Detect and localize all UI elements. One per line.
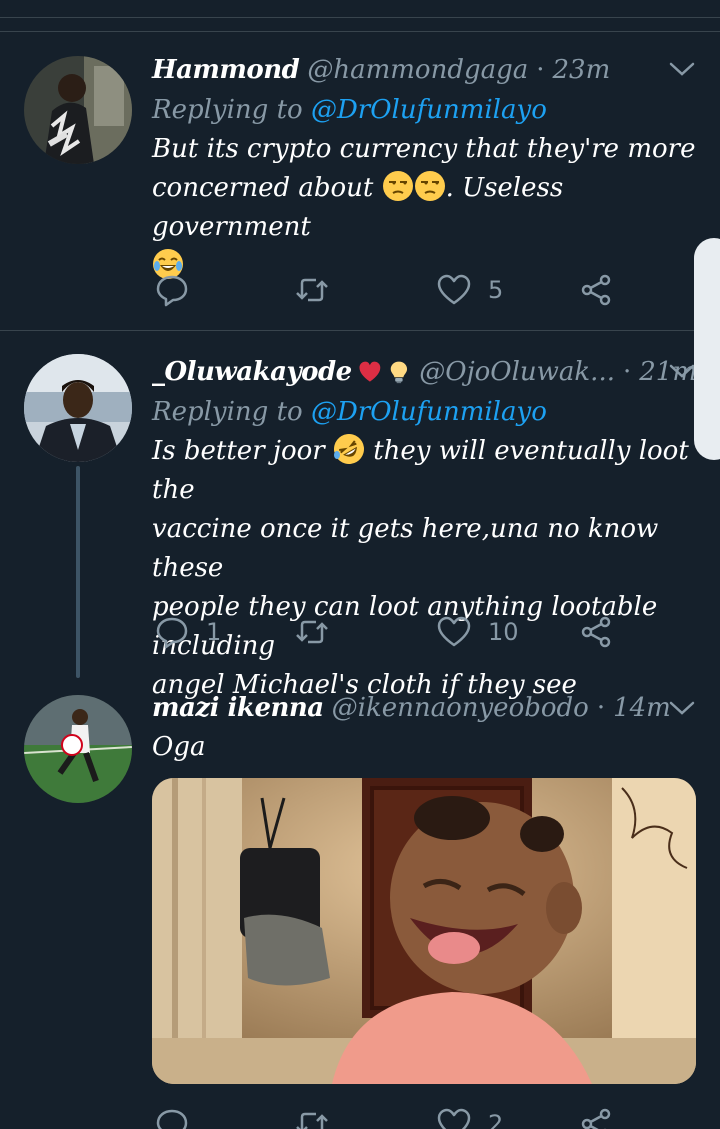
top-strip: [0, 0, 720, 32]
author-handle[interactable]: @ikennaonyeobodo: [332, 693, 589, 723]
retweet-button[interactable]: [294, 268, 346, 312]
tweet-header: mazi ikenna @ikennaonyeobodo · 14m: [152, 688, 697, 728]
avatar[interactable]: [24, 354, 132, 462]
heart-icon: [437, 616, 471, 647]
replying-prefix: Replying to: [152, 397, 303, 427]
share-button[interactable]: [578, 268, 614, 312]
laughing-baby-photo: [152, 778, 696, 1084]
share-button[interactable]: [578, 610, 614, 654]
separator: ·: [536, 55, 545, 85]
tweet-text-line: Is better joor: [152, 436, 325, 466]
red-heart-icon: [359, 361, 380, 382]
share-button[interactable]: [578, 1102, 614, 1129]
light-bulb-icon: [391, 361, 408, 384]
tweet-text: Oga: [152, 732, 206, 762]
chevron-down-icon[interactable]: [668, 699, 696, 717]
tweet-content: Hammond @hammondgaga · 23m Replying to @…: [152, 50, 697, 286]
reply-icon: [156, 617, 188, 649]
rolling-on-floor-laughing-icon: [333, 434, 364, 464]
chevron-down-icon[interactable]: [668, 60, 696, 78]
share-icon: [581, 616, 611, 648]
tweet-text-line: But its crypto currency that they're mor…: [152, 134, 696, 164]
tweet-actions: 5: [152, 268, 632, 312]
tweet-actions: 2: [152, 1102, 632, 1129]
like-count: 5: [488, 276, 504, 304]
author-name[interactable]: mazi ikenna: [152, 693, 324, 723]
author-name[interactable]: _Oluwakayode: [152, 357, 352, 387]
replying-to: Replying to @DrOlufunmilayo: [152, 90, 697, 130]
replying-prefix: Replying to: [152, 95, 303, 125]
retweet-icon: [296, 1112, 328, 1129]
tweet-header: _Oluwakayode @OjoOluwak... · 21m: [152, 352, 697, 392]
timestamp[interactable]: 14m: [613, 693, 671, 723]
author-handle[interactable]: @hammondgaga: [307, 55, 528, 85]
chevron-down-icon[interactable]: [668, 362, 696, 380]
retweet-icon: [296, 620, 328, 644]
share-icon: [581, 274, 611, 306]
like-button[interactable]: 10: [436, 610, 519, 654]
tweet-text: Is better joor they will eventually loot…: [152, 432, 697, 705]
tweet-actions: 1 10: [152, 610, 632, 654]
reply-button[interactable]: [154, 1102, 206, 1129]
reply-count: 1: [206, 618, 222, 646]
author-handle[interactable]: @OjoOluwak...: [419, 357, 615, 387]
tweet-header: Hammond @hammondgaga · 23m: [152, 50, 697, 90]
reply-icon: [156, 1109, 188, 1129]
divider: [0, 17, 720, 18]
reply-icon: [156, 275, 188, 307]
scrollbar-thumb[interactable]: [694, 238, 720, 460]
unamused-face-icon: [382, 171, 413, 201]
heart-icon: [437, 1108, 471, 1129]
tweet-text-line: vaccine once it gets here,una no know th…: [152, 514, 659, 583]
reply-button[interactable]: 1: [154, 610, 221, 654]
tweet-text-line: concerned about: [152, 173, 374, 203]
tweet-photo[interactable]: [152, 778, 696, 1084]
like-count: 10: [488, 618, 519, 646]
avatar[interactable]: [24, 56, 132, 164]
share-icon: [581, 1108, 611, 1129]
heart-icon: [437, 274, 471, 305]
retweet-button[interactable]: [294, 1102, 346, 1129]
separator: ·: [622, 357, 632, 387]
retweet-icon: [296, 278, 328, 302]
divider: [0, 330, 720, 331]
mention-link[interactable]: @DrOlufunmilayo: [311, 95, 547, 125]
timestamp[interactable]: 23m: [553, 55, 611, 85]
replying-to: Replying to @DrOlufunmilayo: [152, 392, 697, 432]
like-button[interactable]: 5: [436, 268, 503, 312]
mention-link[interactable]: @DrOlufunmilayo: [311, 397, 547, 427]
tweet-content: mazi ikenna @ikennaonyeobodo · 14m Oga: [152, 688, 697, 767]
divider: [0, 31, 720, 32]
thread-line: [76, 466, 80, 678]
like-count: 2: [488, 1110, 504, 1129]
retweet-button[interactable]: [294, 610, 346, 654]
like-button[interactable]: 2: [436, 1102, 503, 1129]
tweet-text: But its crypto currency that they're mor…: [152, 130, 697, 286]
avatar[interactable]: [24, 695, 132, 803]
reply-button[interactable]: [154, 268, 206, 312]
author-name[interactable]: Hammond: [152, 55, 300, 85]
separator: ·: [596, 693, 606, 723]
unamused-face-icon: [414, 171, 445, 201]
